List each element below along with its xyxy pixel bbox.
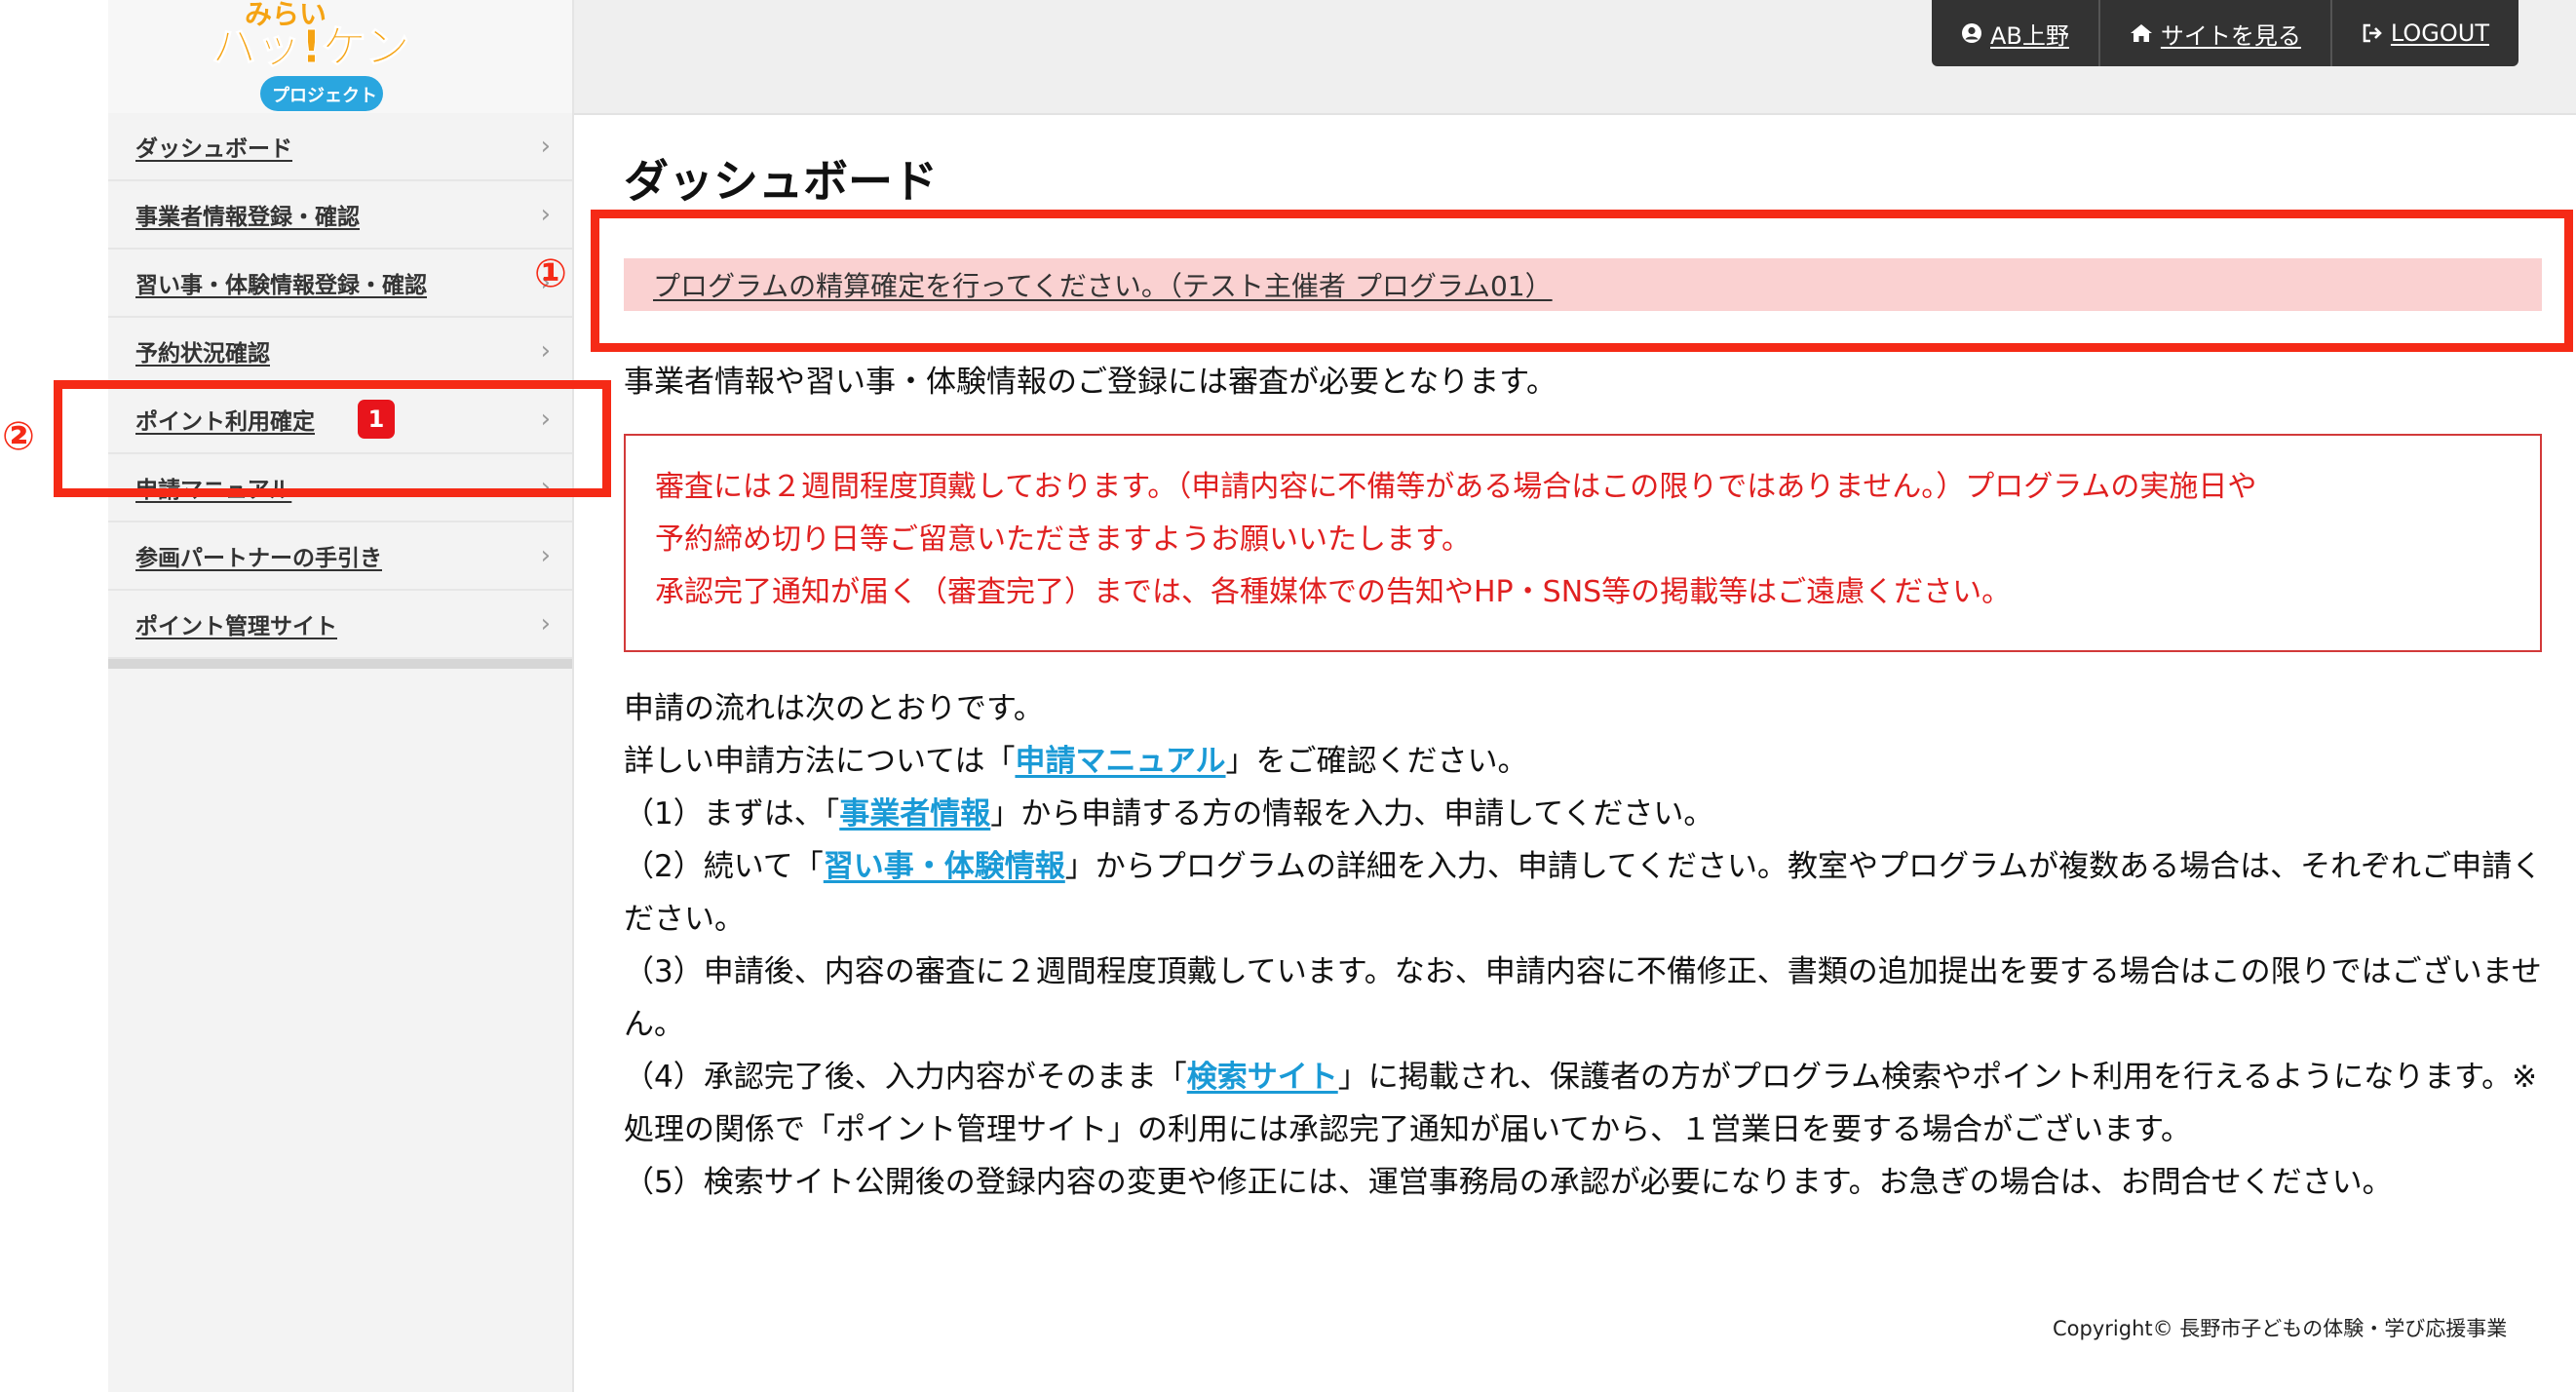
review-notice: 審査には２週間程度頂戴しております。（申請内容に不備等がある場合はこの限りではあ… [624, 434, 2542, 652]
user-name: AB上野 [1990, 21, 2069, 50]
sign-out-icon [2363, 23, 2382, 43]
sidebar-item-point-admin[interactable]: ポイント管理サイト › [108, 591, 572, 659]
page-title: ダッシュボード [624, 155, 938, 208]
home-icon [2130, 24, 2152, 42]
main-content: ダッシュボード プログラムの精算確定を行ってください。（テスト主催者 プログラム… [624, 146, 2544, 1200]
logo-line3: プロジェクト [272, 85, 377, 106]
sidebar-item-label: 参画パートナーの手引き [135, 546, 382, 571]
logo-line2: ハッ!ケン [211, 20, 410, 73]
sidebar-item-partner-guide[interactable]: 参画パートナーの手引き › [108, 522, 572, 591]
logout-button[interactable]: LOGOUT [2329, 0, 2518, 66]
sidebar-item-label: 習い事・体験情報登録・確認 [135, 273, 427, 298]
flow-line: 申請の流れは次のとおりです。 [624, 691, 1044, 726]
sidebar-item-label: 予約状況確認 [135, 341, 270, 367]
flow-step-5: （5）検索サイト公開後の登録内容の変更や修正には、運営事務局の承認が必要になりま… [624, 1165, 2393, 1200]
flow-step-3: （3）申請後、内容の審査に２週間程度頂戴しています。なお、申請内容に不備修正、書… [624, 954, 2542, 1042]
sidebar-item-lesson-info[interactable]: 習い事・体験情報登録・確認 › [108, 250, 572, 318]
header-actions: AB上野 サイトを見る LOGOUT [1932, 0, 2519, 66]
view-site-label: サイトを見る [2160, 21, 2301, 50]
chevron-right-icon: › [540, 609, 551, 638]
manual-link[interactable]: 申請マニュアル [1015, 744, 1225, 779]
left-gutter [0, 0, 108, 1392]
sidebar-item-business-info[interactable]: 事業者情報登録・確認 › [108, 181, 572, 250]
logo: みらい ハッ!ケン プロジェクト [211, 0, 410, 111]
chevron-right-icon: › [540, 132, 551, 161]
intro-text: 事業者情報や習い事・体験情報のご登録には審査が必要となります。 [624, 365, 1557, 400]
sidebar-item-label: ダッシュボード [135, 136, 292, 162]
annotation-box-2 [54, 380, 611, 497]
copyright: Copyright© 長野市子どもの体験・学び応援事業 [2053, 1317, 2508, 1340]
lesson-info-link[interactable]: 習い事・体験情報 [824, 849, 1065, 884]
notice-line: 承認完了通知が届く（審査完了）までは、各種媒体での告知やHP・SNS等の掲載等は… [655, 575, 2012, 609]
flow-step-1: （1）まずは、「事業者情報」から申請する方の情報を入力、申請してください。 [624, 796, 1714, 831]
flow-step-2: （2）続いて「習い事・体験情報」からプログラムの詳細を入力、申請してください。教… [624, 849, 2543, 937]
chevron-right-icon: › [540, 336, 551, 366]
sidebar-divider [108, 659, 572, 669]
sidebar: みらい ハッ!ケン プロジェクト ダッシュボード › 事業者情報登録・確認 › … [108, 0, 574, 1392]
sidebar-item-dashboard[interactable]: ダッシュボード › [108, 113, 572, 181]
chevron-right-icon: › [540, 541, 551, 570]
annotation-number-1: ① [534, 251, 567, 296]
user-circle-icon [1962, 23, 1981, 43]
sidebar-item-label: ポイント管理サイト [135, 614, 337, 639]
notice-line: 予約締め切り日等ご留意いただきますようお願いいたします。 [655, 522, 1471, 557]
user-button[interactable]: AB上野 [1932, 0, 2098, 66]
flow-step-4: （4）承認完了後、入力内容がそのまま「検索サイト」に掲載され、保護者の方がプログ… [624, 1060, 2538, 1147]
flow-line: 詳しい申請方法については「申請マニュアル」をご確認ください。 [624, 744, 1528, 779]
business-info-link[interactable]: 事業者情報 [839, 796, 990, 831]
logout-label: LOGOUT [2390, 19, 2490, 47]
application-flow: 申請の流れは次のとおりです。 詳しい申請方法については「申請マニュアル」をご確認… [624, 682, 2544, 1209]
logo-area[interactable]: みらい ハッ!ケン プロジェクト [108, 0, 572, 115]
chevron-right-icon: › [540, 200, 551, 229]
view-site-button[interactable]: サイトを見る [2097, 0, 2330, 66]
notice-line: 審査には２週間程度頂戴しております。（申請内容に不備等がある場合はこの限りではあ… [655, 470, 2257, 504]
search-site-link[interactable]: 検索サイト [1187, 1060, 1338, 1095]
sidebar-item-label: 事業者情報登録・確認 [135, 205, 360, 230]
sidebar-item-reservations[interactable]: 予約状況確認 › [108, 318, 572, 386]
annotation-number-2: ② [2, 414, 35, 459]
annotation-box-1 [591, 210, 2573, 352]
